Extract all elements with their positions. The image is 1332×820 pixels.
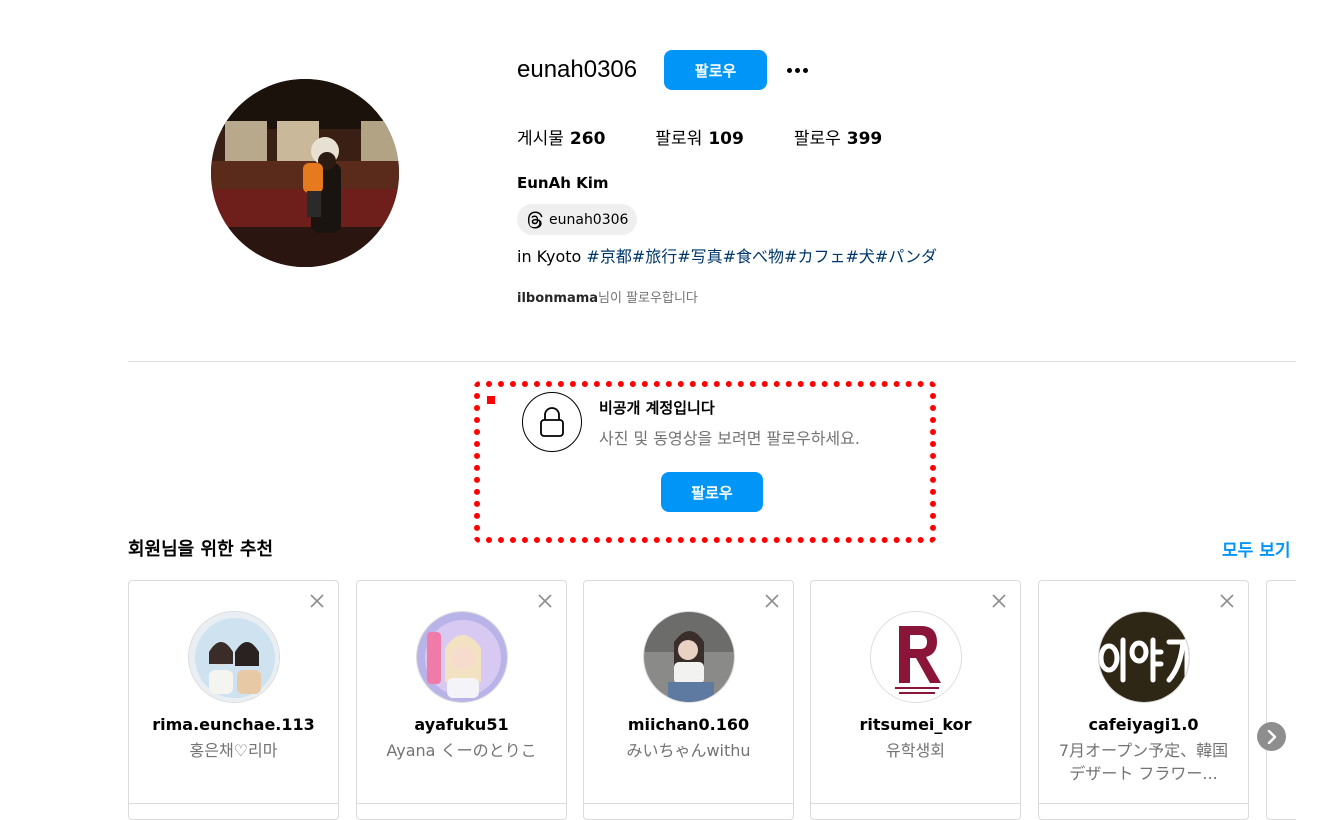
suggestion-avatar[interactable]: [188, 611, 280, 703]
stat-posts: 게시물 260: [517, 124, 605, 149]
chevron-right-icon[interactable]: [1257, 722, 1286, 751]
profile-full-name: EunAh Kim: [517, 174, 609, 192]
followed-by-suffix: 님이 팔로우합니다: [598, 291, 698, 306]
suggestion-subtitle: みいちゃんwithu: [626, 741, 751, 760]
threads-badge[interactable]: eunah0306: [517, 204, 638, 235]
suggestion-subtitle: Ayana くーのとりこ: [386, 741, 537, 760]
stat-followers-value: 109: [708, 129, 744, 149]
more-options-icon[interactable]: [781, 58, 813, 82]
suggestion-card[interactable]: cafeiyagi1.0 7月オープン予定、韓国デザート フラワー...: [1038, 580, 1249, 820]
profile-stats: 게시물 260 팔로워 109 팔로우 399: [517, 124, 882, 149]
close-icon[interactable]: [990, 592, 1008, 610]
card-divider: [357, 803, 566, 804]
suggestion-username[interactable]: miichan0.160: [584, 715, 793, 734]
followed-by[interactable]: ilbonmama님이 팔로우합니다: [517, 287, 698, 306]
stat-posts-value: 260: [569, 129, 606, 149]
stat-followers-label: 팔로워: [655, 129, 703, 149]
profile-username: eunah0306: [517, 56, 638, 83]
section-divider: [128, 361, 1296, 362]
bio-text: in Kyoto: [517, 247, 587, 266]
bio-hashtags[interactable]: #京都#旅行#写真#食べ物#カフェ#犬#パンダ: [586, 247, 937, 266]
follow-button[interactable]: 팔로우: [664, 50, 767, 90]
suggestion-username[interactable]: ayafuku51: [357, 715, 566, 734]
suggestion-subtitle: 7月オープン予定、韓国デザート フラワー...: [1058, 741, 1229, 783]
lock-icon: [522, 392, 582, 452]
stat-followers[interactable]: 팔로워 109: [655, 124, 743, 149]
stat-following-label: 팔로우: [793, 129, 841, 149]
suggestion-card[interactable]: rima.eunchae.113 홍은채♡리마: [128, 580, 339, 820]
highlight-marker: [487, 396, 495, 404]
card-divider: [811, 803, 1020, 804]
suggestion-card[interactable]: miichan0.160 みいちゃんwithu: [583, 580, 794, 820]
card-divider: [129, 803, 338, 804]
suggestion-username[interactable]: ritsumei_kor: [811, 715, 1020, 734]
profile-avatar[interactable]: [211, 79, 399, 267]
close-icon[interactable]: [763, 592, 781, 610]
threads-handle: eunah0306: [549, 211, 629, 228]
card-divider: [1039, 803, 1248, 804]
suggestion-username[interactable]: cafeiyagi1.0: [1039, 715, 1248, 734]
ritsumeikan-logo[interactable]: [870, 611, 962, 703]
private-follow-button[interactable]: 팔로우: [661, 472, 763, 512]
threads-icon: [527, 211, 543, 228]
close-icon[interactable]: [536, 592, 554, 610]
suggestion-subtitle: 홍은채♡리마: [189, 741, 278, 760]
close-icon[interactable]: [1218, 592, 1236, 610]
see-all-link[interactable]: 모두 보기: [1222, 536, 1290, 561]
card-divider: [584, 803, 793, 804]
followed-by-user: ilbonmama: [517, 291, 599, 306]
right-gutter: [1296, 560, 1332, 820]
close-icon[interactable]: [308, 592, 326, 610]
private-account-subtitle: 사진 및 동영상을 보려면 팔로우하세요.: [599, 429, 860, 448]
stat-following[interactable]: 팔로우 399: [794, 124, 882, 149]
stat-following-value: 399: [846, 129, 883, 149]
stat-posts-label: 게시물: [517, 129, 564, 149]
suggestion-avatar[interactable]: [416, 611, 508, 703]
suggestions-heading: 회원님을 위한 추천: [128, 539, 274, 560]
cafe-logo[interactable]: [1098, 611, 1190, 703]
private-account-title: 비공개 계정입니다: [599, 399, 715, 417]
suggestion-card[interactable]: ayafuku51 Ayana くーのとりこ: [356, 580, 567, 820]
suggestion-subtitle: 유학생회: [886, 741, 945, 760]
suggestion-card[interactable]: ritsumei_kor 유학생회: [810, 580, 1021, 820]
profile-bio: in Kyoto #京都#旅行#写真#食べ物#カフェ#犬#パンダ: [517, 243, 937, 267]
suggestion-username[interactable]: rima.eunchae.113: [129, 715, 338, 734]
suggestion-avatar[interactable]: [643, 611, 735, 703]
